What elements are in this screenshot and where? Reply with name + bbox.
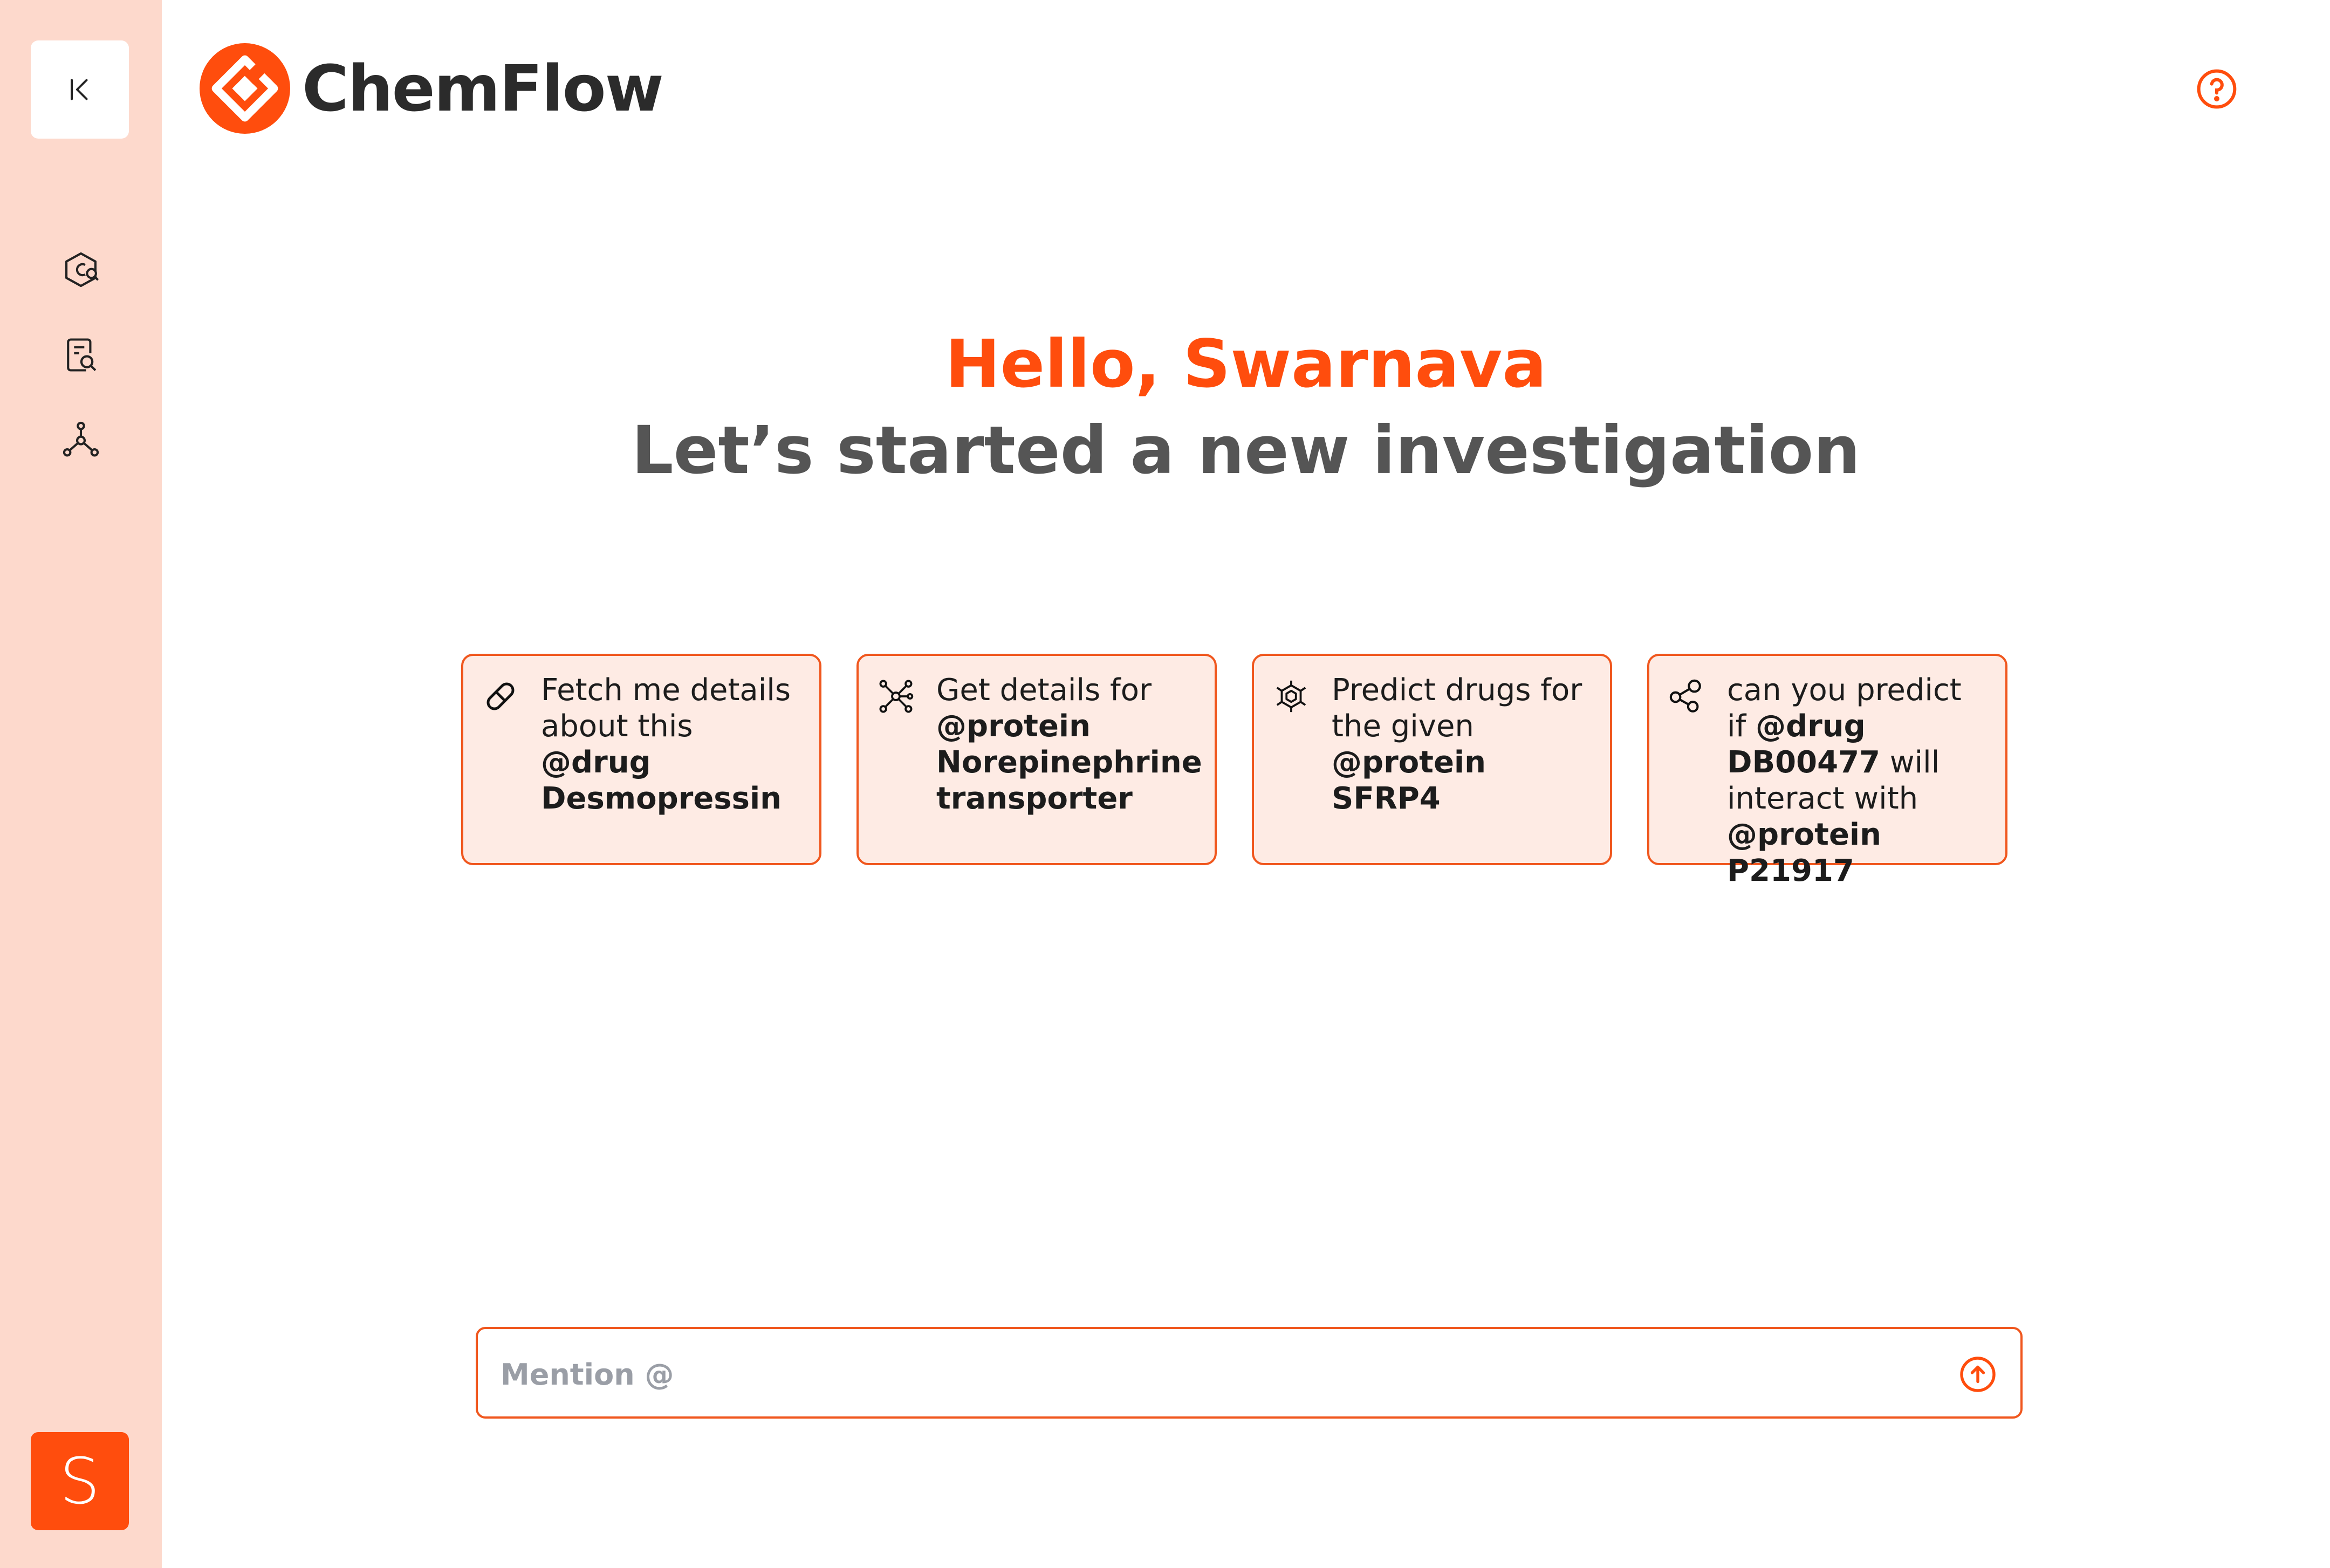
suggestion-text: Get details for @protein Norepinephrine … [936,672,1202,817]
interaction-icon [1669,679,1701,713]
greeting: Hello, Swarnava Let’s started a new inve… [162,318,2330,491]
user-avatar[interactable]: S [31,1432,129,1530]
pill-icon [486,682,515,710]
avatar-initial: S [59,1444,100,1518]
app-name: ChemFlow [302,51,664,126]
sidebar-item-network[interactable] [59,418,102,461]
document-search-icon [67,338,97,372]
greeting-subtitle: Let’s started a new investigation [631,412,1861,489]
suggestion-card-drug-details[interactable]: Fetch me details about this @drug Desmop… [461,654,821,865]
suggestion-text-mention: @protein SFRP4 [1332,745,1486,816]
collapse-sidebar-button[interactable] [31,40,129,139]
hexagon-structure-icon [1276,680,1306,713]
chat-input-box [476,1327,2023,1419]
sidebar: S [0,0,162,1568]
molecule-search-icon [65,252,99,287]
help-circle-icon [2197,69,2237,109]
greeting-hello: Hello, Swarnava [945,326,1547,402]
suggestion-text-mention: @drug Desmopressin [541,745,782,816]
suggestion-text: Predict drugs for the given @protein SFR… [1332,672,1594,817]
suggestion-text-mention: @protein P21917 [1727,817,1881,888]
suggestion-card-protein-details[interactable]: Get details for @protein Norepinephrine … [856,654,1217,865]
suggestion-text-plain: Predict drugs for the given [1332,673,1582,744]
suggestion-text-plain: Fetch me details about this [541,673,791,744]
app-logo[interactable]: ChemFlow [200,43,664,134]
chemflow-logo-icon [200,43,290,134]
help-button[interactable] [2195,67,2238,111]
suggestion-text: can you predict if @drug DB00477 will in… [1727,672,1989,889]
suggestion-text: Fetch me details about this @drug Desmop… [541,672,803,817]
send-arrow-icon [1960,1357,1996,1392]
suggestion-card-predict-drugs[interactable]: Predict drugs for the given @protein SFR… [1252,654,1612,865]
suggestion-text-plain: Get details for [936,673,1152,708]
network-graph-icon [63,421,99,457]
molecule-icon [879,680,914,713]
sidebar-item-molecule-search[interactable] [59,248,102,291]
suggestion-card-predict-interaction[interactable]: can you predict if @drug DB00477 will in… [1647,654,2007,888]
collapse-left-icon [71,79,88,100]
send-button[interactable] [1958,1355,1997,1394]
mention-input[interactable] [501,1351,1903,1398]
suggestion-text-mention: @protein Norepinephrine transporter [936,709,1202,816]
sidebar-item-document-search[interactable] [59,333,102,376]
